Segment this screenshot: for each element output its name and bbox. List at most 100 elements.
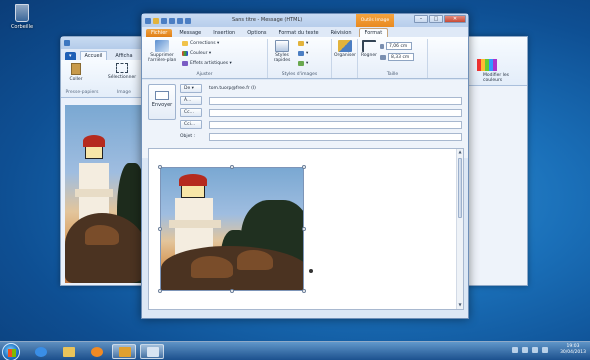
taskbar-ie[interactable] bbox=[28, 344, 52, 359]
message-body[interactable]: ▲ ▼ bbox=[148, 148, 464, 310]
save-icon[interactable] bbox=[153, 17, 159, 24]
outlook-message-window[interactable]: Sans titre - Message (HTML) Outils Image… bbox=[141, 13, 469, 319]
tab-review[interactable]: Révision bbox=[326, 29, 357, 37]
to-field[interactable] bbox=[209, 97, 462, 105]
remove-background-label: Supprimer l'arrière-plan bbox=[147, 53, 177, 63]
tab-message[interactable]: Message bbox=[174, 29, 206, 37]
taskbar-paint[interactable] bbox=[140, 344, 164, 359]
resize-handle[interactable] bbox=[302, 227, 306, 231]
artistic-effects-label: Effets artistiques ▾ bbox=[190, 61, 232, 66]
arrange-group: Organiser bbox=[332, 39, 358, 78]
clock[interactable]: 19:03 30/04/2013 bbox=[560, 344, 586, 356]
tab-format[interactable]: Format bbox=[358, 28, 389, 37]
remove-background-icon bbox=[155, 40, 169, 52]
lighthouse-image bbox=[65, 105, 147, 283]
undo-icon[interactable] bbox=[161, 17, 167, 24]
quick-styles-button[interactable]: Styles rapides bbox=[270, 40, 294, 63]
resize-handle[interactable] bbox=[158, 165, 162, 169]
layout-options-icon[interactable] bbox=[309, 269, 313, 273]
bcc-button[interactable]: Cci... bbox=[180, 120, 202, 129]
up-icon[interactable] bbox=[177, 17, 183, 24]
pen-icon bbox=[298, 41, 304, 46]
paint-group-image: Image bbox=[116, 90, 132, 95]
picture-border-button[interactable]: ▾ bbox=[298, 41, 308, 46]
width-input[interactable]: 8,33 cm bbox=[388, 53, 414, 61]
corrections-button[interactable]: Corrections ▾ bbox=[182, 41, 219, 46]
quick-access-toolbar bbox=[142, 17, 191, 24]
paint-tab-view[interactable]: Afficha bbox=[111, 52, 136, 60]
scroll-thumb[interactable] bbox=[458, 158, 462, 218]
inserted-picture[interactable] bbox=[160, 167, 304, 291]
trash-icon bbox=[15, 4, 29, 22]
color-icon bbox=[182, 51, 188, 56]
artistic-effects-button[interactable]: Effets artistiques ▾ bbox=[182, 61, 232, 66]
media-player-icon bbox=[91, 347, 103, 357]
taskbar-outlook[interactable] bbox=[112, 344, 136, 359]
picture-styles-group-label: Styles d'images bbox=[281, 72, 318, 77]
picture-layout-button[interactable]: ▾ bbox=[298, 61, 308, 66]
vertical-scrollbar[interactable]: ▲ ▼ bbox=[456, 149, 463, 309]
background-window[interactable]: Modifier les couleurs bbox=[462, 36, 528, 286]
taskbar-explorer[interactable] bbox=[56, 344, 80, 359]
paint-tab-home[interactable]: Accueil bbox=[79, 51, 108, 60]
cc-button[interactable]: Cc... bbox=[180, 108, 202, 117]
network-icon[interactable] bbox=[532, 347, 538, 353]
background-ribbon: Modifier les couleurs bbox=[463, 37, 527, 86]
window-title: Sans titre - Message (HTML) bbox=[232, 17, 303, 23]
paint-file-tab[interactable]: ▾ bbox=[65, 52, 76, 60]
paint-titlebar bbox=[61, 37, 149, 49]
paint-canvas[interactable] bbox=[65, 105, 147, 283]
subject-field[interactable] bbox=[209, 133, 462, 141]
bcc-field[interactable] bbox=[209, 121, 462, 129]
crop-label: Rogner bbox=[360, 53, 377, 58]
resize-handle[interactable] bbox=[230, 165, 234, 169]
arrange-label: Organiser bbox=[334, 53, 356, 58]
internet-explorer-icon bbox=[35, 347, 47, 357]
cc-field[interactable] bbox=[209, 109, 462, 117]
tab-file[interactable]: Fichier bbox=[146, 29, 173, 37]
tab-format-text[interactable]: Format du texte bbox=[274, 29, 324, 37]
picture-styles-group: Styles rapides ▾ ▾ ▾ Styles d'images bbox=[268, 39, 332, 78]
outlook-icon bbox=[119, 347, 131, 357]
maximize-button[interactable]: □ bbox=[429, 15, 443, 23]
volume-icon[interactable] bbox=[542, 347, 548, 353]
scroll-up-arrow[interactable]: ▲ bbox=[457, 149, 463, 156]
select-button[interactable]: Sélectionner bbox=[105, 63, 139, 80]
tray-arrow-icon[interactable] bbox=[512, 347, 518, 353]
resize-handle[interactable] bbox=[302, 289, 306, 293]
resize-handle[interactable] bbox=[158, 289, 162, 293]
taskbar-media[interactable] bbox=[84, 344, 108, 359]
start-button[interactable] bbox=[2, 343, 20, 360]
paste-label: Coller bbox=[69, 77, 83, 82]
adjust-group: Supprimer l'arrière-plan Corrections ▾ C… bbox=[142, 39, 268, 78]
recycle-bin-icon[interactable]: Corbeille bbox=[8, 4, 36, 30]
from-button[interactable]: De ▾ bbox=[180, 84, 202, 93]
flag-icon[interactable] bbox=[522, 347, 528, 353]
remove-background-button[interactable]: Supprimer l'arrière-plan bbox=[145, 40, 179, 63]
crop-button[interactable]: Rogner bbox=[360, 40, 378, 58]
color-button[interactable]: Couleur ▾ bbox=[182, 51, 211, 56]
select-label: Sélectionner bbox=[107, 75, 137, 80]
tab-options[interactable]: Options bbox=[242, 29, 271, 37]
send-button[interactable]: Envoyer bbox=[148, 84, 176, 120]
down-icon[interactable] bbox=[185, 17, 191, 24]
picture-effects-button[interactable]: ▾ bbox=[298, 51, 308, 56]
resize-handle[interactable] bbox=[230, 289, 234, 293]
redo-icon[interactable] bbox=[169, 17, 175, 24]
paint-window[interactable]: ▾ Accueil Afficha Coller Sélectionner Pr… bbox=[60, 36, 150, 286]
paste-button[interactable]: Coller bbox=[67, 63, 85, 82]
scroll-down-arrow[interactable]: ▼ bbox=[457, 302, 463, 309]
resize-handle[interactable] bbox=[302, 165, 306, 169]
tab-insert[interactable]: Insertion bbox=[208, 29, 240, 37]
to-button[interactable]: À... bbox=[180, 96, 202, 105]
corrections-label: Corrections ▾ bbox=[190, 41, 220, 46]
message-titlebar: Sans titre - Message (HTML) Outils Image… bbox=[142, 14, 468, 27]
arrange-button[interactable]: Organiser bbox=[333, 40, 357, 58]
resize-handle[interactable] bbox=[158, 227, 162, 231]
picture-tools-context-tab: Outils Image bbox=[356, 14, 394, 27]
edit-colors-button[interactable]: Modifier les couleurs bbox=[483, 73, 523, 83]
close-button[interactable]: ✕ bbox=[444, 15, 466, 23]
minimize-button[interactable]: – bbox=[414, 15, 428, 23]
folder-icon bbox=[63, 347, 75, 357]
height-input[interactable]: 7,06 cm bbox=[386, 42, 412, 50]
